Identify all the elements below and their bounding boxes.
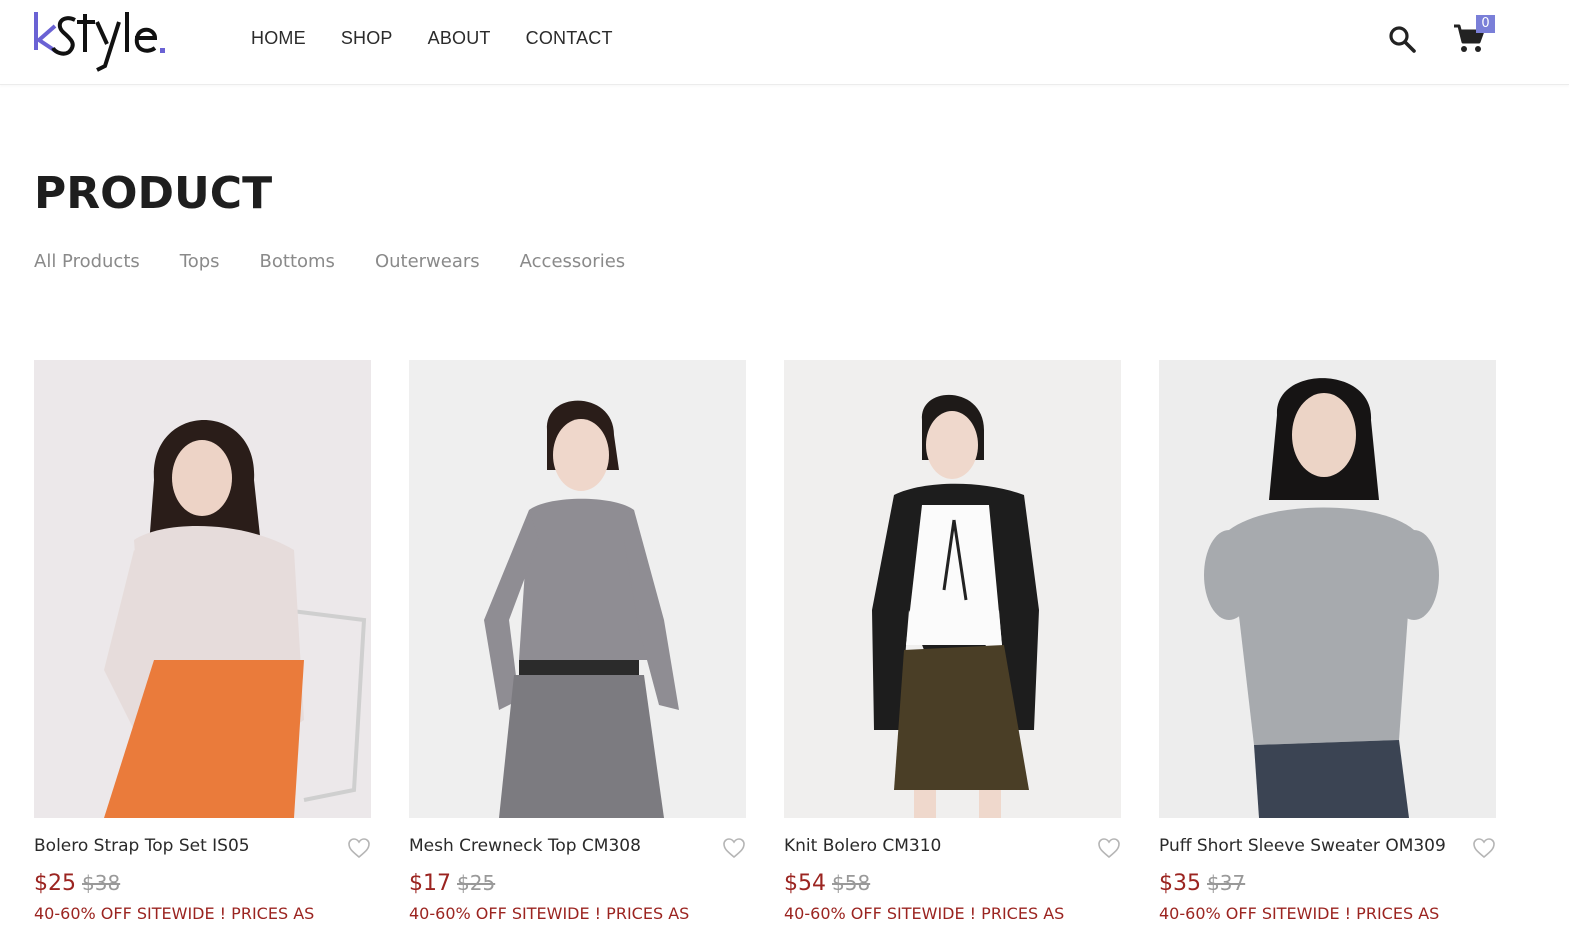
category-filters: All Products Tops Bottoms Outerwears Acc…	[34, 251, 665, 272]
original-price: $25	[457, 871, 496, 895]
nav-home[interactable]: HOME	[251, 28, 306, 49]
nav-contact[interactable]: CONTACT	[526, 28, 613, 49]
heart-icon[interactable]	[722, 837, 746, 859]
promo-text: 40-60% OFF SITEWIDE ! PRICES AS	[784, 904, 1065, 923]
promo-text: 40-60% OFF SITEWIDE ! PRICES AS	[1159, 904, 1440, 923]
sale-price: $25	[34, 871, 76, 896]
product-image[interactable]	[784, 360, 1121, 818]
price-row: $54 $58	[784, 871, 870, 896]
product-name[interactable]: Puff Short Sleeve Sweater OM309	[1159, 836, 1446, 856]
product-card[interactable]: Puff Short Sleeve Sweater OM309 $35 $37 4…	[1159, 360, 1496, 923]
sale-price: $35	[1159, 871, 1201, 896]
product-name[interactable]: Mesh Crewneck Top CM308	[409, 836, 641, 856]
site-header: HOME SHOP ABOUT CONTACT 0	[0, 0, 1569, 85]
nav-about[interactable]: ABOUT	[428, 28, 491, 49]
product-image[interactable]	[409, 360, 746, 818]
filter-bottoms[interactable]: Bottoms	[260, 251, 335, 272]
filter-outerwears[interactable]: Outerwears	[375, 251, 480, 272]
original-price: $58	[832, 871, 871, 895]
page-title: PRODUCT	[34, 168, 273, 219]
heart-icon[interactable]	[1472, 837, 1496, 859]
product-image[interactable]	[1159, 360, 1496, 818]
original-price: $38	[82, 871, 121, 895]
sale-price: $54	[784, 871, 826, 896]
filter-all-products[interactable]: All Products	[34, 251, 140, 272]
search-icon[interactable]	[1387, 24, 1417, 54]
heart-icon[interactable]	[1097, 837, 1121, 859]
promo-text: 40-60% OFF SITEWIDE ! PRICES AS	[409, 904, 690, 923]
heart-icon[interactable]	[347, 837, 371, 859]
product-name[interactable]: Bolero Strap Top Set IS05	[34, 836, 250, 856]
promo-text: 40-60% OFF SITEWIDE ! PRICES AS	[34, 904, 315, 923]
price-row: $25 $38	[34, 871, 120, 896]
sale-price: $17	[409, 871, 451, 896]
nav-shop[interactable]: SHOP	[341, 28, 393, 49]
main-nav: HOME SHOP ABOUT CONTACT	[251, 28, 648, 49]
cart-count-badge: 0	[1476, 15, 1495, 33]
product-card[interactable]: Mesh Crewneck Top CM308 $17 $25 40-60% OF…	[409, 360, 746, 923]
product-card[interactable]: Bolero Strap Top Set IS05 $25 $38 40-60% …	[34, 360, 371, 923]
product-image[interactable]	[34, 360, 371, 818]
filter-accessories[interactable]: Accessories	[520, 251, 626, 272]
price-row: $35 $37	[1159, 871, 1245, 896]
price-row: $17 $25	[409, 871, 495, 896]
product-grid: Bolero Strap Top Set IS05 $25 $38 40-60% …	[34, 360, 1496, 927]
product-name[interactable]: Knit Bolero CM310	[784, 836, 941, 856]
product-card[interactable]: Knit Bolero CM310 $54 $58 40-60% OFF SITE…	[784, 360, 1121, 923]
brand-logo[interactable]	[33, 8, 168, 72]
filter-tops[interactable]: Tops	[180, 251, 220, 272]
original-price: $37	[1207, 871, 1246, 895]
